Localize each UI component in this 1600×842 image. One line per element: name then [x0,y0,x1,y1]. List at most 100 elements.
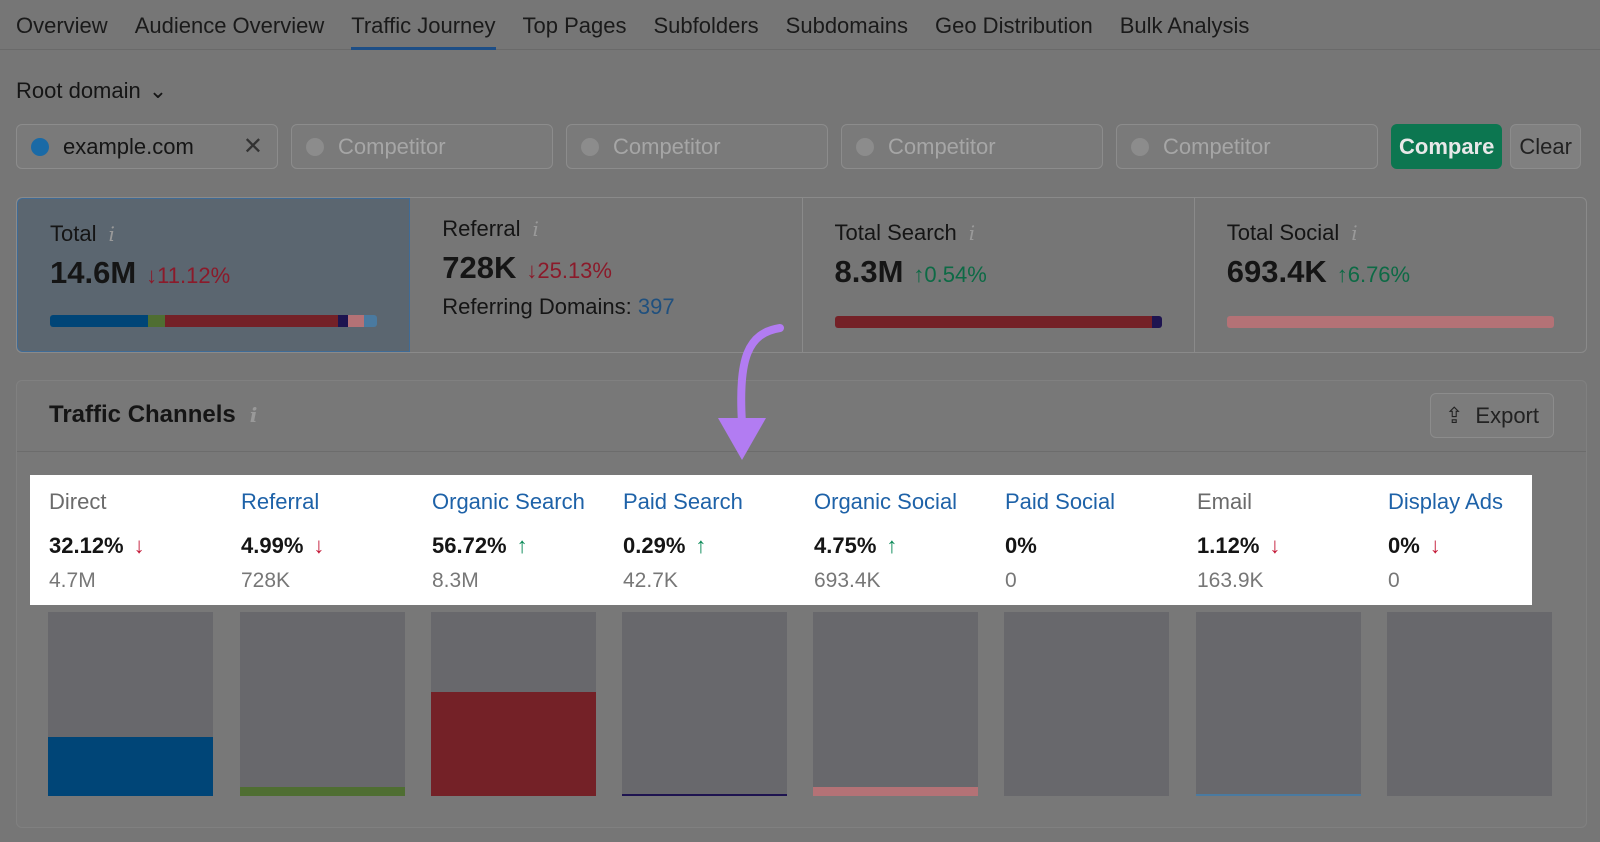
placeholder: Competitor [888,133,996,159]
card-label: Referral [442,216,521,241]
change-down: ↓25.13% [526,258,612,283]
channel-paid-social: Paid Social 0% 0 [1005,489,1190,593]
clear-button[interactable]: Clear [1510,124,1581,169]
channel-paid-search: Paid Search 0.29% ↑ 42.7K [623,489,808,593]
annotation-arrow-icon [718,324,784,460]
channel-bar[interactable] [48,612,213,796]
channel-visits: 693.4K [814,569,881,592]
color-dot [581,137,599,156]
channel-organic-search: Organic Search 56.72% ↑ 8.3M [432,489,617,593]
channel-name[interactable]: Organic Social [814,489,999,515]
change-up: ↑0.54% [913,262,987,287]
tab-audience-overview[interactable]: Audience Overview [135,0,325,50]
channel-name[interactable]: Paid Social [1005,489,1190,515]
arrow-down-icon: ↓ [133,533,145,558]
info-icon[interactable]: i [108,222,114,246]
channel-share: 0.29% [623,533,686,558]
card-total-search[interactable]: Total Search i 8.3M ↑0.54% [803,198,1195,352]
info-icon[interactable]: i [533,217,539,241]
arrow-down-icon: ↓ [1269,533,1281,558]
scope-label: Root domain [16,78,141,103]
bar-email [364,315,378,327]
channel-share: 0% [1388,533,1420,558]
export-button[interactable]: ⇪ Export [1429,393,1554,438]
channel-visits: 8.3M [432,569,479,592]
info-icon[interactable]: i [250,403,258,427]
tab-subfolders[interactable]: Subfolders [653,0,758,50]
bar-organic-search [164,315,338,327]
channel-referral: Referral 4.99% ↓ 728K [241,489,426,593]
tab-traffic-journey[interactable]: Traffic Journey [351,0,496,50]
arrow-down-icon: ↓ [1429,533,1441,558]
info-icon[interactable]: i [969,221,975,245]
tab-bulk-analysis[interactable]: Bulk Analysis [1120,0,1250,50]
tab-top-pages[interactable]: Top Pages [523,0,627,50]
channel-share: 1.12% [1197,533,1260,558]
tab-overview[interactable]: Overview [16,0,108,50]
placeholder: Competitor [338,133,446,159]
channel-visits: 0 [1388,569,1400,592]
compare-button[interactable]: Compare [1391,124,1503,169]
panel-title: Traffic Channels [49,401,236,428]
color-dot [306,137,324,156]
channel-direct: Direct 32.12% ↓ 4.7M [49,489,234,593]
card-label: Total Search [834,220,957,245]
channel-visits: 4.7M [49,569,96,592]
channel-name[interactable]: Display Ads [1388,489,1573,515]
divider [17,451,1586,452]
channel-bar[interactable] [240,612,405,796]
color-dot [1131,137,1149,156]
competitor-input[interactable]: Competitor [1116,124,1378,169]
social-distribution-bar [1226,316,1554,328]
channel-organic-social: Organic Social 4.75% ↑ 693.4K [814,489,999,593]
card-label: Total [50,221,97,246]
close-icon[interactable]: ✕ [243,132,263,161]
tab-geo-distribution[interactable]: Geo Distribution [935,0,1093,50]
channel-share: 56.72% [432,533,507,558]
bar-direct [50,315,149,327]
root-domain-dropdown[interactable]: Root domain ⌄ [16,78,167,104]
card-total[interactable]: Total i 14.6M ↓11.12% [17,198,411,352]
bar-referral [148,315,165,327]
arrow-up-icon: ↑ [516,533,528,558]
channel-name: Direct [49,489,107,514]
referring-domains: Referring Domains: 397 [442,294,675,319]
channel-name[interactable]: Paid Search [623,489,808,515]
change-down: ↓11.12% [146,263,231,288]
card-value: 728K [442,250,517,285]
channel-bar[interactable] [431,612,596,796]
channel-bar[interactable] [1387,612,1552,796]
upload-icon: ⇪ [1444,402,1464,428]
channel-visits: 42.7K [623,569,678,592]
domain-input[interactable]: example.com ✕ [16,124,278,169]
competitor-input[interactable]: Competitor [291,124,553,169]
channel-bar-fill [431,691,596,796]
channel-bar[interactable] [622,612,787,796]
tab-subdomains[interactable]: Subdomains [786,0,908,50]
channel-bar[interactable] [1196,612,1361,796]
channel-name[interactable]: Organic Search [432,489,617,515]
card-label: Total Social [1226,220,1340,245]
arrow-up-icon: ↑ [695,533,707,558]
channel-email: Email 1.12% ↓ 163.9K [1197,489,1382,593]
card-value: 8.3M [834,254,904,289]
chevron-down-icon: ⌄ [148,78,168,103]
referring-domains-link[interactable]: 397 [638,294,675,319]
channel-bar[interactable] [813,612,978,796]
color-dot [856,137,874,156]
channel-name: Email [1197,489,1253,514]
domain-color-dot [31,137,49,156]
channel-bar-fill [48,736,213,796]
channel-share: 0% [1005,533,1037,558]
channel-share: 4.99% [241,533,304,558]
channel-name[interactable]: Referral [241,489,426,515]
card-total-social[interactable]: Total Social i 693.4K ↑6.76% [1195,198,1586,352]
competitor-input[interactable]: Competitor [841,124,1103,169]
channels-summary: Direct 32.12% ↓ 4.7M Referral 4.99% ↓ 728K Organ… [30,475,1532,605]
competitor-input[interactable]: Competitor [566,124,828,169]
summary-cards: Total i 14.6M ↓11.12% Referral i 728K ↓25.13… [16,197,1587,353]
channel-bar[interactable] [1004,612,1169,796]
placeholder: Competitor [1163,133,1271,159]
info-icon[interactable]: i [1351,221,1357,245]
placeholder: Competitor [613,133,721,159]
